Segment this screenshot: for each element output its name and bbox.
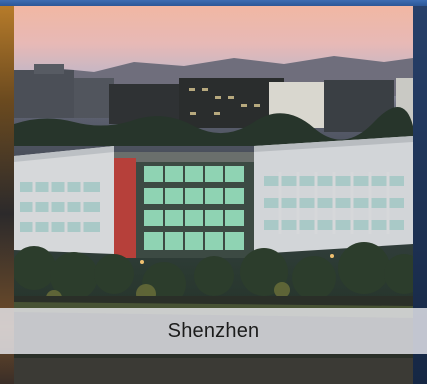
caption-bar: Shenzhen <box>0 308 427 354</box>
city-caption: Shenzhen <box>167 319 260 342</box>
